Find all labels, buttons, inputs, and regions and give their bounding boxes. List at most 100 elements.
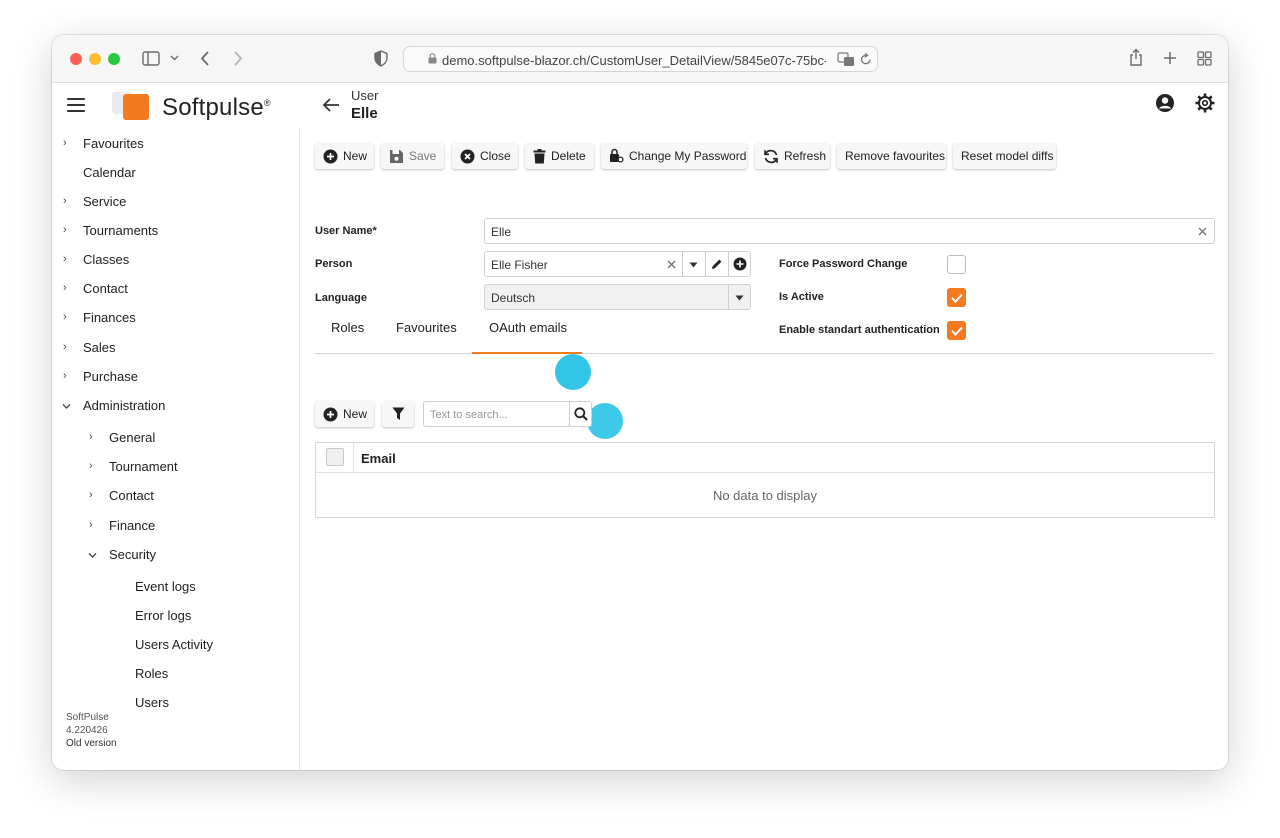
clear-icon[interactable] xyxy=(667,260,676,269)
reset-model-diffs-button[interactable]: Reset model diffs xyxy=(953,143,1056,169)
touch-indicator xyxy=(555,354,591,390)
clear-icon[interactable] xyxy=(1198,227,1207,236)
delete-button[interactable]: Delete xyxy=(525,143,594,169)
person-lookup[interactable]: Elle Fisher xyxy=(484,251,751,277)
plus-circle-icon[interactable] xyxy=(733,257,747,271)
pencil-icon[interactable] xyxy=(711,258,723,270)
sidebar-toggle-icon[interactable] xyxy=(142,51,160,66)
sidebar-item-calendar[interactable]: Calendar xyxy=(83,165,136,180)
account-icon[interactable] xyxy=(1155,93,1175,113)
sidebar-item-finance[interactable]: Finance xyxy=(109,518,155,533)
back-nav-icon[interactable] xyxy=(200,50,210,67)
change-my-password-button[interactable]: Change My Password xyxy=(601,143,747,169)
sidebar-item-general[interactable]: General xyxy=(109,430,155,445)
sidebar-item-sales[interactable]: Sales xyxy=(83,340,116,355)
column-email-header[interactable]: Email xyxy=(361,451,396,466)
browser-window: demo.softpulse-blazor.ch/CustomUser_Deta… xyxy=(52,35,1228,770)
chevron-right-icon[interactable]: › xyxy=(89,460,93,472)
empty-state-text: No data to display xyxy=(712,488,818,503)
trash-icon xyxy=(533,148,546,163)
chevron-down-icon[interactable] xyxy=(88,552,97,559)
back-arrow-icon[interactable] xyxy=(322,97,340,113)
close-circle-icon xyxy=(460,149,475,163)
chevron-right-icon[interactable]: › xyxy=(89,489,93,501)
reload-icon[interactable] xyxy=(860,53,872,66)
enable-standard-auth-checkbox[interactable] xyxy=(947,321,966,340)
force-password-change-label: Force Password Change xyxy=(779,258,908,270)
grid-search-input[interactable]: Text to search... xyxy=(423,401,570,427)
tab-favourites[interactable]: Favourites xyxy=(396,320,457,335)
translate-icon[interactable] xyxy=(837,52,855,67)
chevron-right-icon[interactable]: › xyxy=(63,253,67,265)
touch-indicator xyxy=(587,403,623,439)
chevron-right-icon[interactable]: › xyxy=(63,137,67,149)
chevron-right-icon[interactable]: › xyxy=(63,370,67,382)
filter-button[interactable] xyxy=(382,401,414,427)
sidebar-item-admin-contact[interactable]: Contact xyxy=(109,488,154,503)
chevron-right-icon[interactable]: › xyxy=(89,431,93,443)
gear-icon[interactable] xyxy=(1195,93,1215,113)
main-content: New Save Close Delete Change My Password… xyxy=(301,129,1228,770)
version-number: 4.220426 xyxy=(66,725,108,736)
is-active-checkbox[interactable] xyxy=(947,288,966,307)
sidebar-item-event-logs[interactable]: Event logs xyxy=(135,579,196,594)
sidebar-item-tournament[interactable]: Tournament xyxy=(109,459,178,474)
breadcrumb-type: User xyxy=(351,88,379,103)
plus-circle-icon xyxy=(323,407,338,421)
select-all-checkbox[interactable] xyxy=(326,448,344,466)
chevron-right-icon[interactable]: › xyxy=(63,341,67,353)
address-bar[interactable]: demo.softpulse-blazor.ch/CustomUser_Deta… xyxy=(403,46,878,72)
forward-nav-icon[interactable] xyxy=(233,50,243,67)
menu-icon[interactable] xyxy=(67,98,85,112)
sidebar-item-favourites[interactable]: Favourites xyxy=(83,136,144,151)
new-tab-icon[interactable] xyxy=(1163,51,1177,65)
dropdown-arrow-icon[interactable] xyxy=(689,262,698,268)
tab-overview-icon[interactable] xyxy=(1197,51,1212,66)
grid-search-button[interactable] xyxy=(569,401,592,427)
chevron-right-icon[interactable]: › xyxy=(89,519,93,531)
language-select[interactable]: Deutsch xyxy=(484,284,751,310)
enable-standard-auth-label: Enable standart authentication xyxy=(779,324,940,336)
zoom-window-button[interactable] xyxy=(108,53,120,65)
sidebar-item-tournaments[interactable]: Tournaments xyxy=(83,223,158,238)
sidebar-item-users[interactable]: Users xyxy=(135,695,169,710)
checkmark-icon xyxy=(951,326,963,336)
sidebar-item-error-logs[interactable]: Error logs xyxy=(135,608,191,623)
close-button[interactable]: Close xyxy=(452,143,518,169)
force-password-change-checkbox[interactable] xyxy=(947,255,966,274)
sidebar-item-users-activity[interactable]: Users Activity xyxy=(135,637,213,652)
shield-icon[interactable] xyxy=(374,50,388,67)
sidebar-item-roles[interactable]: Roles xyxy=(135,666,168,681)
oauth-new-button[interactable]: New xyxy=(315,401,374,427)
sidebar-item-classes[interactable]: Classes xyxy=(83,252,129,267)
minimize-window-button[interactable] xyxy=(89,53,101,65)
sidebar-item-contact[interactable]: Contact xyxy=(83,281,128,296)
sidebar-item-administration[interactable]: Administration xyxy=(83,398,165,413)
sidebar-item-service[interactable]: Service xyxy=(83,194,126,209)
url-text: demo.softpulse-blazor.ch/CustomUser_Deta… xyxy=(442,53,826,68)
checkmark-icon xyxy=(951,293,963,303)
remove-favourites-button[interactable]: Remove favourites xyxy=(837,143,946,169)
new-button[interactable]: New xyxy=(315,143,374,169)
user-name-input[interactable]: Elle xyxy=(484,218,1215,244)
floppy-disk-icon xyxy=(390,149,403,163)
old-version-link[interactable]: Old version xyxy=(66,737,117,750)
refresh-button[interactable]: Refresh xyxy=(755,143,830,169)
chevron-down-icon[interactable] xyxy=(170,54,179,62)
chevron-right-icon[interactable]: › xyxy=(63,224,67,236)
tab-oauth-emails[interactable]: OAuth emails xyxy=(489,320,567,335)
close-window-button[interactable] xyxy=(70,53,82,65)
chevron-right-icon[interactable]: › xyxy=(63,195,67,207)
dropdown-arrow-icon[interactable] xyxy=(735,295,744,301)
save-button[interactable]: Save xyxy=(381,143,444,169)
chevron-right-icon[interactable]: › xyxy=(63,282,67,294)
sidebar-item-purchase[interactable]: Purchase xyxy=(83,369,138,384)
tab-divider xyxy=(315,353,1214,354)
lock-icon xyxy=(428,53,437,64)
share-icon[interactable] xyxy=(1129,48,1143,67)
tab-roles[interactable]: Roles xyxy=(331,320,364,335)
sidebar-item-finances[interactable]: Finances xyxy=(83,310,136,325)
sidebar-item-security[interactable]: Security xyxy=(109,547,156,562)
chevron-right-icon[interactable]: › xyxy=(63,311,67,323)
chevron-down-icon[interactable] xyxy=(62,403,71,410)
